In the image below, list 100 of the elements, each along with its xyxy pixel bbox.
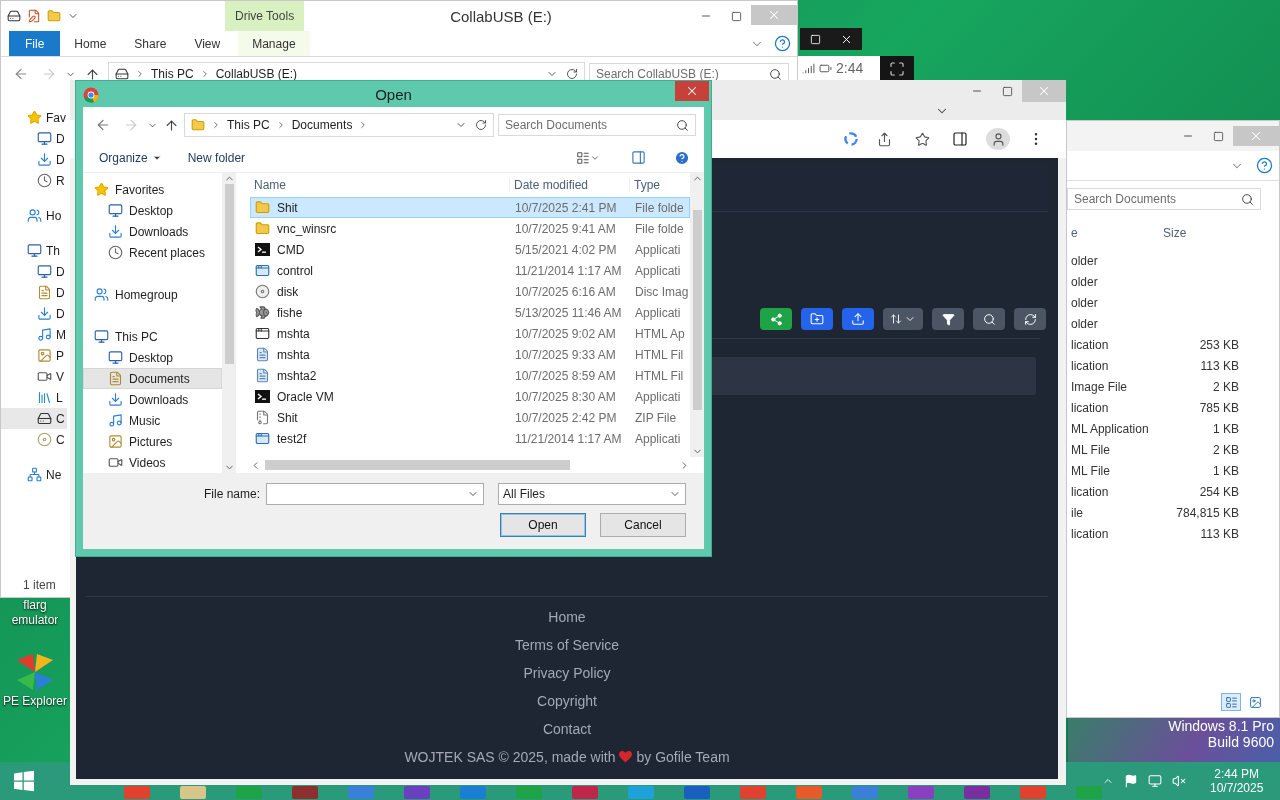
profile-button[interactable] [986, 128, 1010, 150]
drive-icon [37, 411, 52, 426]
search-field[interactable]: Search Documents [1067, 188, 1261, 210]
nav-item[interactable]: P [1, 345, 67, 366]
details-view-button[interactable] [1221, 693, 1241, 711]
search-icon [982, 312, 996, 326]
column-header[interactable]: e [1071, 226, 1163, 240]
footer-link[interactable]: Home [548, 607, 586, 627]
nav-item[interactable]: Downloads [83, 221, 223, 242]
nav-item[interactable]: Music [83, 410, 223, 431]
picture-icon [37, 348, 52, 363]
file-row[interactable]: Oracle VM 10/7/2025 8:30 AM Applicati [250, 386, 690, 407]
scrollbar[interactable] [690, 173, 704, 457]
monitor-icon [108, 203, 123, 218]
new-folder-button[interactable] [801, 308, 833, 330]
column-header[interactable]: Name [250, 178, 510, 192]
dialog-button[interactable]: Cancel [600, 513, 686, 537]
share-button[interactable] [760, 308, 792, 330]
search-field[interactable]: Search Documents [498, 114, 696, 136]
file-row[interactable]: fishe 5/13/2025 11:46 AM Applicati [250, 302, 690, 323]
nav-item[interactable]: Documents [83, 368, 223, 389]
column-header[interactable]: Size [1163, 226, 1187, 240]
nav-item[interactable]: D [1, 128, 67, 149]
search-button[interactable] [973, 308, 1005, 330]
people-icon [94, 287, 109, 302]
footer-link[interactable]: Copyright [537, 691, 597, 711]
file-row[interactable]: disk 10/7/2025 6:16 AM Disc Imag [250, 281, 690, 302]
nav-item[interactable]: D [1, 303, 67, 324]
sort-button[interactable] [883, 308, 923, 330]
nav-item[interactable]: Videos [83, 452, 223, 473]
file-type-select[interactable]: All Files [498, 483, 686, 505]
nav-item[interactable]: D [1, 261, 67, 282]
folder-icon [191, 118, 205, 132]
table-cell: 254 KB [1199, 484, 1239, 499]
scrollbar[interactable] [222, 173, 236, 473]
nav-item[interactable]: Ne [1, 464, 67, 485]
file-row[interactable]: vnc_winsrc 10/7/2025 9:41 AM File folde [250, 218, 690, 239]
footer-link[interactable]: Privacy Policy [523, 663, 611, 683]
ribbon-tab[interactable]: File [9, 31, 61, 56]
table-cell: ML File [1071, 463, 1110, 478]
nav-item[interactable]: Ho [1, 205, 67, 226]
nav-item[interactable]: Homegroup [83, 284, 223, 305]
footer-link[interactable]: Terms of Service [514, 635, 620, 655]
application-icon [255, 263, 270, 278]
nav-item[interactable]: C [1, 408, 67, 429]
breadcrumb[interactable]: This PC [151, 67, 194, 81]
ribbon-tab[interactable]: Home [60, 31, 121, 56]
nav-item[interactable]: Desktop [83, 347, 223, 368]
column-header[interactable]: Date modified [510, 178, 630, 192]
nav-item[interactable]: This PC [83, 326, 223, 347]
nav-item[interactable]: V [1, 366, 67, 387]
nav-item[interactable]: L [1, 387, 67, 408]
nav-item[interactable]: Downloads [83, 389, 223, 410]
ribbon-tab[interactable]: Manage [238, 31, 310, 56]
filter-button[interactable] [932, 308, 964, 330]
nav-item[interactable]: Recent places [83, 242, 223, 263]
breadcrumb[interactable]: CollabUSB (E:) [215, 67, 298, 81]
file-row[interactable]: Shit 10/7/2025 2:41 PM File folde [250, 197, 690, 218]
person-icon [990, 131, 1006, 147]
folder-icon [255, 221, 270, 236]
file-row[interactable]: mshta 10/7/2025 9:33 AM HTML Fil [250, 344, 690, 365]
horizontal-scrollbar[interactable] [250, 457, 690, 473]
nav-item[interactable]: Pictures [83, 431, 223, 452]
new-folder-button[interactable]: New folder [187, 150, 246, 165]
address-bar[interactable]: This PC Documents [184, 113, 494, 137]
file-row[interactable]: test2f 11/21/2014 1:17 AM Applicati [250, 428, 690, 449]
file-row[interactable]: CMD 5/15/2021 4:02 PM Applicati [250, 239, 690, 260]
ribbon-tab[interactable]: View [180, 31, 235, 56]
desktop-icon-label[interactable]: flarg emulator [0, 598, 70, 628]
file-row[interactable]: mshta 10/7/2025 9:02 AM HTML Ap [250, 323, 690, 344]
file-row[interactable]: Shit 10/7/2025 2:42 PM ZIP File [250, 407, 690, 428]
breadcrumb[interactable]: Documents [291, 118, 353, 132]
file-row[interactable]: mshta2 10/7/2025 8:59 AM HTML Fil [250, 365, 690, 386]
nav-item[interactable]: Favorites [83, 179, 223, 200]
desktop-icon-label[interactable]: PE Explorer [0, 694, 70, 709]
os-build-text: Build 9600 [1207, 734, 1274, 750]
file-name-field[interactable] [266, 483, 484, 505]
close-icon [767, 8, 781, 22]
upload-button[interactable] [842, 308, 874, 330]
nav-item[interactable]: Fav [1, 107, 67, 128]
footer-link[interactable]: Contact [542, 719, 592, 739]
nav-item[interactable]: C [1, 429, 67, 450]
nav-item[interactable]: M [1, 324, 67, 345]
fullscreen-button[interactable] [880, 56, 914, 82]
refresh-button[interactable] [1014, 308, 1046, 330]
ribbon-tab[interactable]: Share [120, 31, 181, 56]
console-icon [255, 390, 270, 403]
dialog-button[interactable]: Open [500, 513, 586, 537]
taskbar-app-icon[interactable] [180, 786, 206, 799]
nav-item[interactable]: Desktop [83, 200, 223, 221]
signal-icon [802, 61, 815, 75]
nav-item[interactable]: Th [1, 240, 67, 261]
column-header[interactable]: Type [630, 178, 688, 192]
nav-item[interactable]: D [1, 282, 67, 303]
nav-item[interactable]: R [1, 170, 67, 191]
clock-icon [37, 173, 52, 188]
organize-button[interactable]: Organize [99, 150, 162, 165]
nav-item[interactable]: D [1, 149, 67, 170]
breadcrumb[interactable]: This PC [227, 118, 270, 132]
file-row[interactable]: control 11/21/2014 1:17 AM Applicati [250, 260, 690, 281]
